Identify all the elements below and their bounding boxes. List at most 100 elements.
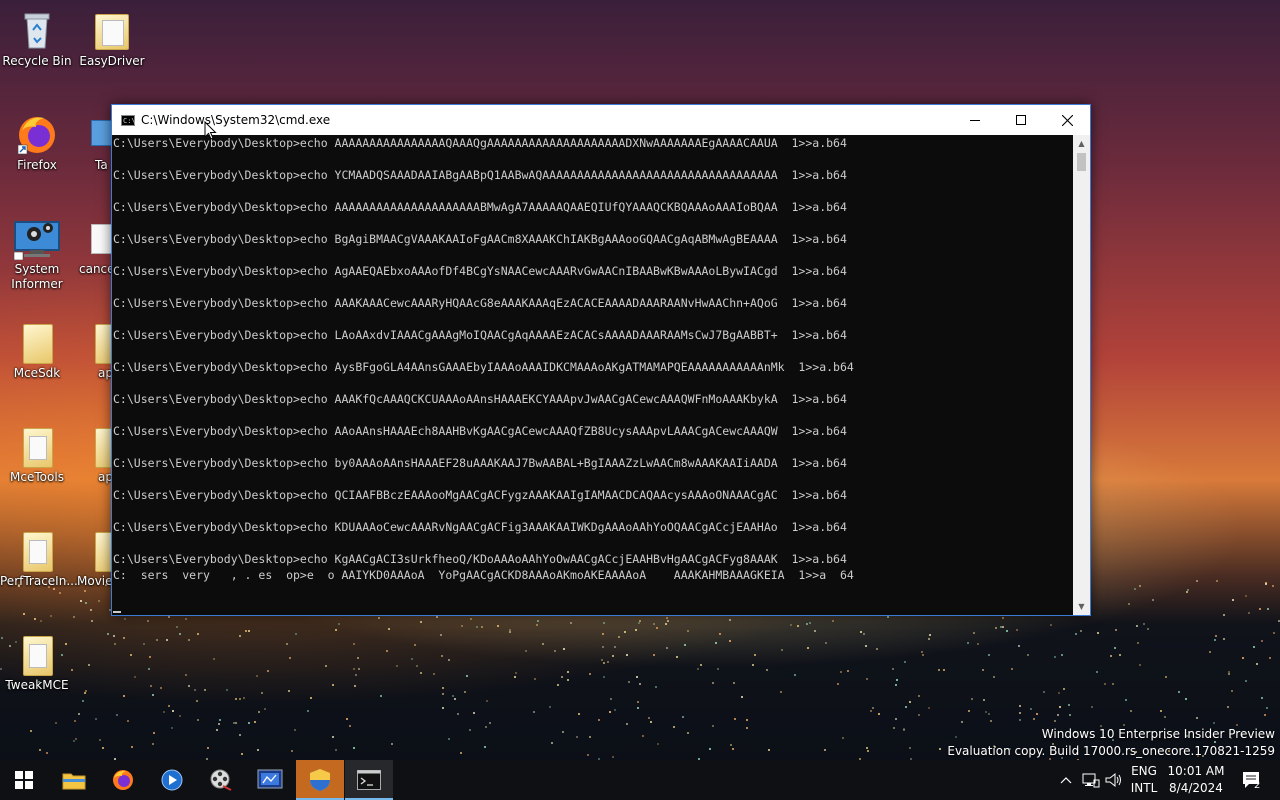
shield-icon (310, 769, 330, 791)
show-hidden-icons-button[interactable] (1056, 760, 1076, 800)
desktop-icon-movie[interactable]: Movie (75, 524, 115, 604)
recycle-bin-icon (17, 10, 57, 50)
console-line: C:\Users\Everybody\Desktop>echo by0AAAoA… (113, 456, 847, 470)
desktop-icon-label: Movie (77, 574, 113, 588)
windows-watermark: Windows 10 Enterprise Insider Preview Ev… (947, 726, 1275, 760)
notification-count: 2 (1254, 780, 1261, 791)
console-line: C:\Users\Everybody\Desktop>echo BgAgiBMA… (113, 232, 847, 246)
close-button[interactable] (1044, 105, 1090, 135)
desktop-icon-label: TweakMCE (5, 678, 69, 692)
folder-icon (17, 530, 57, 572)
folder-icon (17, 426, 57, 468)
folder-icon (95, 322, 111, 364)
volume-tray-button[interactable] (1104, 760, 1124, 800)
taskbar-cmd[interactable] (345, 760, 393, 800)
console-line: C:\Users\Everybody\Desktop>echo AgAAEQAE… (113, 264, 847, 278)
desktop-icon-label: ap (98, 366, 111, 380)
network-icon (1082, 773, 1100, 788)
folder-icon (95, 426, 111, 468)
desktop-icon-mcetools[interactable]: MceTools (0, 420, 74, 485)
taskbar-firefox[interactable] (99, 760, 147, 800)
taskbar-monitor-app[interactable] (246, 760, 294, 800)
desktop-icon-easydriver[interactable]: EasyDriver (75, 4, 149, 69)
desktop-icon-ap-1[interactable]: ap (75, 316, 111, 396)
vertical-scrollbar[interactable]: ▲ ▼ (1073, 135, 1090, 615)
media-player-icon (161, 769, 183, 791)
console-line: C:\Users\Everybody\Desktop>echo QCIAAFBB… (113, 488, 847, 502)
mouse-pointer-icon (204, 121, 217, 140)
cmd-icon (357, 770, 381, 790)
cmd-window[interactable]: C:\ C:\Windows\System32\cmd.exe C:\Users… (111, 104, 1091, 616)
taskbar-file-explorer[interactable] (50, 760, 98, 800)
taskbar-security-shield[interactable] (296, 760, 344, 800)
chevron-up-icon (1060, 777, 1072, 784)
scrollbar-thumb[interactable] (1077, 153, 1086, 171)
folder-icon (17, 634, 57, 676)
firefox-icon (17, 114, 57, 155)
cmd-window-title: C:\Windows\System32\cmd.exe (141, 113, 331, 127)
desktop-icon-perftracein[interactable]: PerfTraceIn... (0, 524, 78, 589)
console-line: C:\Users\Everybody\Desktop>echo AAoAAnsH… (113, 424, 847, 438)
input-language-button[interactable]: ENG INTL (1126, 760, 1162, 800)
desktop-icon-task-manager[interactable]: Ta Mana (75, 108, 111, 198)
cmd-titlebar[interactable]: C:\ C:\Windows\System32\cmd.exe (112, 105, 1090, 135)
desktop-icon-mcesdk[interactable]: MceSdk (0, 316, 74, 381)
desktop-icon-firefox[interactable]: Firefox (0, 108, 74, 173)
minimize-button[interactable] (952, 105, 998, 135)
watermark-edition: Windows 10 Enterprise Insider Preview (1041, 727, 1275, 741)
start-button[interactable] (0, 760, 48, 800)
desktop-icon-label: EasyDriver (79, 54, 145, 68)
film-reel-icon (210, 769, 232, 791)
taskbar: ENG INTL 10:01 AM 8/4/2024 2 (0, 760, 1280, 800)
document-icon (91, 218, 111, 258)
system-informer-icon (13, 218, 60, 260)
desktop-icon-tweakmce[interactable]: TweakMCE (0, 628, 74, 693)
folder-icon (92, 10, 132, 50)
keyboard-layout: INTL (1130, 781, 1158, 795)
windows-logo-icon (15, 771, 33, 789)
clock-date: 8/4/2024 (1169, 781, 1223, 795)
desktop-icon-cancel[interactable]: cance (75, 212, 111, 292)
speaker-icon (1105, 772, 1121, 788)
desktop-icon-system-informer[interactable]: System Informer (0, 212, 74, 292)
minimize-icon (970, 120, 980, 121)
text-cursor (113, 611, 121, 613)
cmd-app-icon: C:\ (121, 114, 136, 126)
console-line: C:\Users\Everybody\Desktop>echo AAAKAAAC… (113, 296, 847, 310)
desktop-icon-label: Ta Mana (95, 158, 108, 172)
desktop-icon-label: Firefox (17, 158, 57, 172)
action-center-button[interactable]: 2 (1232, 760, 1272, 800)
maximize-icon (1016, 115, 1026, 125)
watermark-build: Evaluation copy. Build 17000.rs_onecore.… (947, 744, 1275, 758)
console-output[interactable]: C:\Users\Everybody\Desktop>echo AAAAAAAA… (112, 135, 1073, 615)
monitor-app-icon (257, 769, 283, 789)
clock-time: 10:01 AM (1167, 764, 1225, 778)
task-manager-icon (91, 114, 111, 154)
desktop-icon-recycle-bin[interactable]: Recycle Bin (0, 4, 74, 69)
language-code: ENG (1131, 764, 1157, 778)
console-line: C:\Users\Everybody\Desktop>echo AAAKfQcA… (113, 392, 847, 406)
console-line: C: sers very , . es op>e o AAIYKD0AAAoA … (113, 568, 854, 582)
folder-icon (17, 322, 57, 364)
desktop-icon-label: ap (98, 470, 111, 484)
console-line: C:\Users\Everybody\Desktop>echo AAAAAAAA… (113, 200, 847, 214)
desktop-icon-ap-2[interactable]: ap (75, 420, 111, 500)
clock-button[interactable]: 10:01 AM 8/4/2024 (1164, 760, 1228, 800)
scroll-down-arrow-icon[interactable]: ▼ (1073, 598, 1090, 615)
taskbar-media-player[interactable] (148, 760, 196, 800)
taskbar-film-app[interactable] (197, 760, 245, 800)
network-tray-button[interactable] (1080, 760, 1102, 800)
scroll-up-arrow-icon[interactable]: ▲ (1073, 135, 1090, 152)
maximize-button[interactable] (998, 105, 1044, 135)
